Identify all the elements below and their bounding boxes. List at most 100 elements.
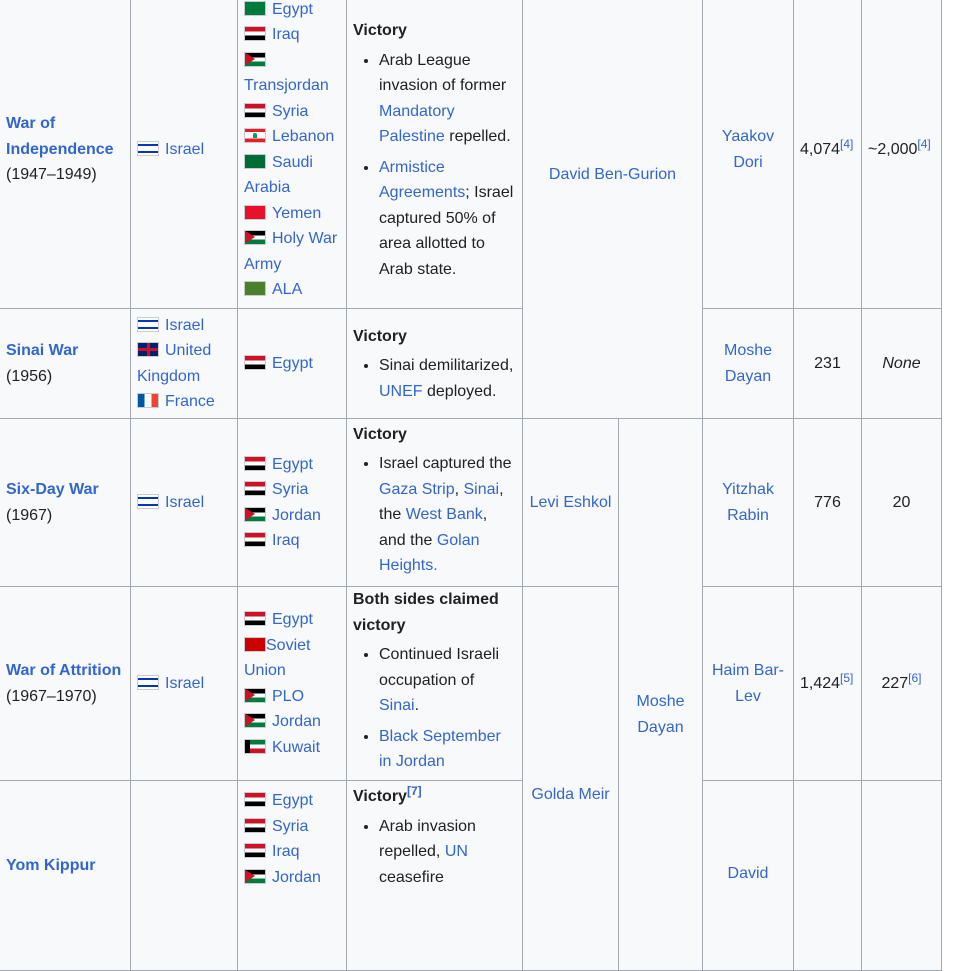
result-text: Continued Israeli occupation of (379, 646, 500, 689)
ala-flag-icon (244, 281, 266, 296)
result-link[interactable]: Gaza Strip (379, 481, 455, 498)
country-link[interactable]: Israel (165, 675, 204, 692)
result-link[interactable]: UN (445, 843, 468, 860)
war-link[interactable]: Sinai War (6, 342, 78, 359)
reference-link[interactable]: [6] (908, 671, 921, 685)
result-title-text: Victory (353, 788, 407, 805)
killed-cell: 4,074[4] (793, 0, 862, 309)
killed-value: 776 (814, 493, 841, 511)
combatants-enemy-cell: Egypt Iraq Transjordan Syria Lebanon Sau… (237, 0, 347, 309)
result-list: Israel captured the Gaza Strip, Sinai, t… (353, 451, 516, 579)
egypt-flag-icon (244, 0, 266, 16)
war-link[interactable]: War of Independence (6, 115, 114, 158)
country-link[interactable]: Israel (165, 494, 204, 511)
reference-link[interactable]: [7] (407, 784, 422, 798)
result-link[interactable]: Mandatory Palestine (379, 103, 455, 146)
country-link[interactable]: Jordan (272, 713, 321, 730)
war-cell: Yom Kippur (0, 780, 131, 971)
combatants-enemy-cell: Egypt Soviet Union PLO Jordan Kuwait (237, 586, 347, 781)
killed-cell: 1,424[5] (793, 586, 862, 781)
war-years: (1967) (6, 506, 53, 524)
combatants-israel-cell: Israel (130, 0, 238, 309)
country-link[interactable]: Kuwait (272, 739, 320, 756)
result-link[interactable]: Armistice Agreements (379, 159, 465, 202)
country-link[interactable]: Syria (272, 818, 308, 835)
country-link[interactable]: Egypt (272, 611, 313, 628)
result-cell: Victory Israel captured the Gaza Strip, … (346, 418, 523, 587)
result-bullet: Sinai demilitarized, UNEF deployed. (379, 353, 516, 404)
reference-link[interactable]: [5] (840, 671, 853, 685)
result-link[interactable]: UNEF (379, 383, 423, 400)
war-years: (1967–1970) (6, 687, 97, 705)
table-row: Six-Day War (1967) Israel Egypt Syria Jo… (0, 418, 942, 971)
result-bullet: Arab League invasion of former Mandatory… (379, 48, 516, 150)
defense-minister-cell: Moshe Dayan (618, 418, 703, 971)
killed-cell: 231 (793, 308, 862, 419)
country-link[interactable]: ALA (272, 281, 302, 298)
war-years: (1956) (6, 367, 53, 385)
israel-flag-icon (137, 316, 159, 332)
country-link[interactable]: Egypt (272, 792, 313, 809)
result-bullet: Continued Israeli occupation of Sinai. (379, 642, 516, 719)
country-link[interactable]: Jordan (272, 507, 321, 524)
person-link[interactable]: Yaakov Dori (722, 128, 774, 171)
country-link[interactable]: Jordan (272, 869, 321, 886)
war-cell: Sinai War (1956) (0, 308, 131, 419)
jordan-flag-icon (244, 868, 266, 884)
egypt-flag-icon (244, 354, 266, 370)
result-text: Sinai demilitarized, (379, 357, 514, 375)
country-link[interactable]: Syria (272, 481, 308, 498)
person-link[interactable]: Moshe Dayan (724, 342, 772, 385)
transjordan-flag-icon (244, 51, 266, 67)
result-title: Victory (353, 327, 407, 345)
result-bullet: Black September in Jordan (379, 724, 516, 775)
result-list: Continued Israeli occupation of Sinai. B… (353, 642, 516, 775)
captured-cell: None (861, 308, 942, 419)
reference-link[interactable]: [4] (840, 137, 853, 151)
war-cell: Six-Day War (1967) (0, 418, 131, 587)
country-link[interactable]: Israel (165, 141, 204, 158)
country-link[interactable]: Yemen (272, 205, 321, 222)
person-link[interactable]: Levi Eshkol (530, 494, 612, 511)
killed-value: 4,074 (800, 140, 841, 158)
country-link[interactable]: Syria (272, 103, 308, 120)
person-link[interactable]: Moshe Dayan (636, 693, 684, 736)
country-link[interactable]: Egypt (272, 1, 313, 18)
egypt-flag-icon (244, 455, 266, 471)
country-link[interactable]: Iraq (272, 532, 300, 549)
country-link[interactable]: Egypt (272, 456, 313, 473)
country-link[interactable]: Transjordan (244, 77, 329, 94)
holy-war-army-flag-icon (244, 230, 266, 245)
result-text: repelled. (444, 128, 511, 145)
result-title: Victory[7] (353, 784, 516, 810)
person-link[interactable]: Haim Bar-Lev (712, 662, 784, 705)
result-title: Both sides claimed victory (353, 591, 499, 634)
country-link[interactable]: Egypt (272, 355, 313, 372)
result-link[interactable]: West Bank (406, 506, 483, 523)
captured-cell: 227[6] (861, 586, 942, 781)
country-link[interactable]: Iraq (272, 843, 300, 860)
country-link[interactable]: Israel (165, 317, 204, 334)
result-link[interactable]: Black September in Jordan (379, 728, 501, 771)
person-link[interactable]: David Ben-Gurion (549, 166, 676, 183)
person-link[interactable]: Yitzhak Rabin (722, 481, 774, 524)
plo-flag-icon (244, 687, 266, 703)
person-link[interactable]: Golda Meir (531, 786, 609, 803)
table-row: War of Independence (1947–1949) Israel E… (0, 0, 942, 419)
killed-cell: 776 (793, 418, 862, 587)
result-text: . (414, 697, 420, 715)
result-link[interactable]: Sinai (463, 481, 499, 498)
jordan-flag-icon (244, 506, 266, 522)
country-link[interactable]: Lebanon (272, 128, 334, 145)
war-link[interactable]: Yom Kippur (6, 857, 95, 874)
country-link[interactable]: Iraq (272, 26, 300, 43)
country-link[interactable]: PLO (272, 688, 304, 705)
iraq-flag-icon (244, 26, 266, 41)
reference-link[interactable]: [4] (917, 137, 930, 151)
war-link[interactable]: War of Attrition (6, 662, 121, 679)
syria-flag-icon (244, 817, 266, 833)
country-link[interactable]: France (165, 393, 215, 410)
result-link[interactable]: Sinai (379, 697, 415, 714)
war-link[interactable]: Six-Day War (6, 481, 99, 498)
combatants-israel-cell: Israel (130, 586, 238, 781)
